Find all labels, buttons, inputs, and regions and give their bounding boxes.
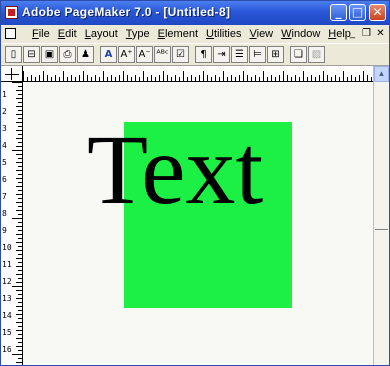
indents-icon[interactable]: ⇥ <box>213 46 230 63</box>
horizontal-ruler[interactable] <box>23 66 373 82</box>
ruler-label: 5 <box>2 158 7 167</box>
ruler-label: 4 <box>2 141 7 150</box>
menu-edit[interactable]: Edit <box>54 25 81 43</box>
title-bar[interactable]: Adobe PageMaker 7.0 - [Untitled-8] _ □ ✕ <box>1 1 389 25</box>
doc-restore-button[interactable]: ❐ <box>360 27 373 40</box>
ruler-label: 7 <box>2 192 7 201</box>
menu-file[interactable]: File <box>28 25 54 43</box>
menu-list: File Edit Layout Type Element Utilities … <box>28 25 355 43</box>
open-icon[interactable]: ⊟ <box>23 46 40 63</box>
ruler-label: 6 <box>2 175 7 184</box>
print-icon[interactable]: ⎙ <box>59 46 76 63</box>
vertical-scrollbar[interactable]: ▲ <box>373 66 389 365</box>
ruler-label: 16 <box>2 345 12 354</box>
toolbar: ▯ ⊟ ▣ ⎙ ♟ A A⁺ A⁻ ᴬᴮᶜ ☑ ¶ ⇥ ☰ ⊨ ⊞ ❏ ▨ <box>1 43 389 66</box>
ruler-label: 11 <box>2 260 12 269</box>
ruler-label: 8 <box>2 209 7 218</box>
paragraph-icon[interactable]: ¶ <box>195 46 212 63</box>
document-canvas[interactable]: Text <box>23 82 373 365</box>
story-editor-icon[interactable]: ❏ <box>290 46 307 63</box>
ruler-label: 1 <box>2 90 7 99</box>
horizontal-ruler-ticks <box>23 71 372 81</box>
pagemaker-window: Adobe PageMaker 7.0 - [Untitled-8] _ □ ✕… <box>0 0 390 366</box>
pagemaker-icon[interactable] <box>5 6 18 19</box>
disabled-tool-icon: ▨ <box>308 46 325 63</box>
ruler-label: 3 <box>2 124 7 133</box>
new-icon[interactable]: ▯ <box>5 46 22 63</box>
frame-icon[interactable]: ⊞ <box>267 46 284 63</box>
save-icon[interactable]: ▣ <box>41 46 58 63</box>
bullets-icon[interactable]: ☰ <box>231 46 248 63</box>
menu-utilities[interactable]: Utilities <box>202 25 245 43</box>
font-size-down-icon[interactable]: A⁻ <box>136 46 153 63</box>
maximize-button[interactable]: □ <box>349 4 366 21</box>
spelling-icon[interactable]: ᴬᴮᶜ <box>154 46 171 63</box>
ruler-label: 12 <box>2 277 12 286</box>
ruler-label: 2 <box>2 107 7 116</box>
menu-bar: File Edit Layout Type Element Utilities … <box>1 25 389 43</box>
text-block[interactable]: Text <box>87 120 263 220</box>
window-title: Adobe PageMaker 7.0 - [Untitled-8] <box>22 5 231 19</box>
minimize-button[interactable]: _ <box>330 4 347 21</box>
ruler-label: 9 <box>2 226 7 235</box>
menu-view[interactable]: View <box>245 25 277 43</box>
ruler-label: 13 <box>2 294 12 303</box>
scroll-thumb[interactable] <box>375 229 388 240</box>
find-icon[interactable]: ♟ <box>77 46 94 63</box>
text-tool-icon[interactable]: A <box>100 46 117 63</box>
vertical-ruler[interactable]: 1 2 3 4 5 6 7 8 9 10 11 12 13 14 15 16 <box>1 82 23 365</box>
menu-type[interactable]: Type <box>122 25 154 43</box>
menu-window[interactable]: Window <box>277 25 324 43</box>
menu-layout[interactable]: Layout <box>81 25 122 43</box>
document-icon[interactable] <box>5 28 16 39</box>
document-window-controls: _ ❐ ✕ <box>346 27 387 40</box>
ruler-origin[interactable] <box>1 66 23 82</box>
close-button[interactable]: ✕ <box>369 4 386 21</box>
font-size-up-icon[interactable]: A⁺ <box>118 46 135 63</box>
align-icon[interactable]: ⊨ <box>249 46 266 63</box>
ruler-label: 14 <box>2 311 12 320</box>
menu-element[interactable]: Element <box>154 25 202 43</box>
doc-minimize-button[interactable]: _ <box>346 27 359 40</box>
ruler-label: 15 <box>2 328 12 337</box>
doc-close-button[interactable]: ✕ <box>374 27 387 40</box>
styles-icon[interactable]: ☑ <box>172 46 189 63</box>
scroll-up-icon[interactable]: ▲ <box>374 66 389 82</box>
ruler-label: 10 <box>2 243 12 252</box>
